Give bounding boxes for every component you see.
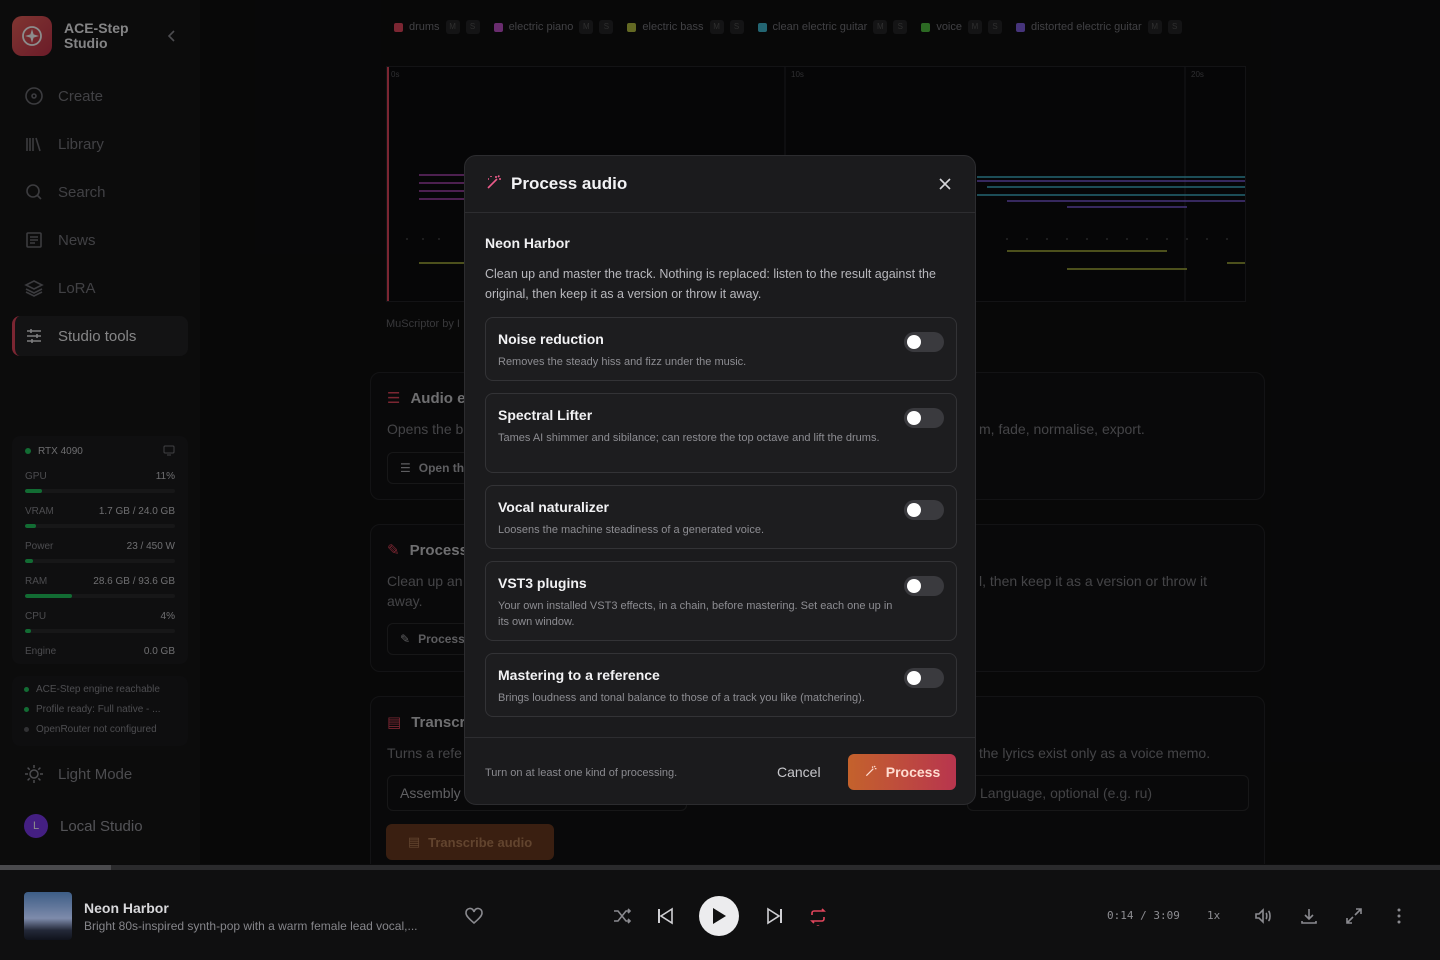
option-vocal-naturalizer[interactable]: Vocal naturalizer Loosens the machine st… — [485, 485, 957, 549]
playback-speed-button[interactable]: 1x — [1207, 909, 1220, 922]
toggle-knob — [907, 579, 921, 593]
album-cover[interactable] — [24, 892, 72, 940]
option-description: Removes the steady hiss and fizz under t… — [498, 356, 747, 368]
option-description: Tames AI shimmer and sibilance; can rest… — [498, 432, 880, 444]
option-mastering-reference[interactable]: Mastering to a reference Brings loudness… — [485, 653, 957, 717]
player-bar: Neon Harbor Bright 80s-inspired synth-po… — [0, 870, 1440, 960]
now-playing-title: Neon Harbor — [84, 900, 169, 916]
option-title: Vocal naturalizer — [498, 499, 610, 515]
toggle-knob — [907, 503, 921, 517]
vst3-plugins-toggle[interactable] — [904, 576, 944, 596]
spectral-lifter-toggle[interactable] — [904, 408, 944, 428]
option-title: Mastering to a reference — [498, 667, 660, 683]
toggle-knob — [907, 411, 921, 425]
shuffle-icon[interactable] — [612, 906, 632, 926]
dialog-header: Process audio — [465, 156, 975, 213]
magic-wand-icon — [485, 173, 503, 196]
process-audio-dialog: Process audio Neon Harbor Clean up and m… — [464, 155, 976, 805]
option-noise-reduction[interactable]: Noise reduction Removes the steady hiss … — [485, 317, 957, 381]
play-button[interactable] — [699, 896, 739, 936]
cancel-button[interactable]: Cancel — [777, 764, 821, 780]
toggle-knob — [907, 671, 921, 685]
button-label: Process — [885, 764, 941, 780]
track-name: Neon Harbor — [485, 235, 570, 251]
now-playing-subtitle: Bright 80s-inspired synth-pop with a war… — [84, 919, 418, 933]
close-icon[interactable] — [935, 174, 955, 194]
app-root: ACE-Step Studio Create Library Search Ne… — [0, 0, 1440, 960]
option-title: VST3 plugins — [498, 575, 587, 591]
playback-time: 0:14 / 3:09 — [1107, 909, 1180, 922]
toggle-knob — [907, 335, 921, 349]
skip-forward-icon[interactable] — [765, 906, 785, 926]
option-description: Loosens the machine steadiness of a gene… — [498, 524, 765, 536]
dialog-title: Process audio — [511, 174, 628, 193]
footer-hint: Turn on at least one kind of processing. — [485, 767, 678, 779]
repeat-icon[interactable] — [808, 906, 828, 926]
more-vertical-icon[interactable] — [1389, 906, 1409, 926]
option-title: Noise reduction — [498, 331, 604, 347]
expand-icon[interactable] — [1344, 906, 1364, 926]
process-button[interactable]: Process — [848, 754, 956, 790]
vocal-naturalizer-toggle[interactable] — [904, 500, 944, 520]
download-icon[interactable] — [1299, 906, 1319, 926]
mastering-reference-toggle[interactable] — [904, 668, 944, 688]
dialog-description: Clean up and master the track. Nothing i… — [485, 267, 936, 301]
heart-icon[interactable] — [464, 906, 484, 926]
magic-wand-icon — [864, 764, 878, 781]
play-icon — [713, 908, 726, 924]
noise-reduction-toggle[interactable] — [904, 332, 944, 352]
option-description: Brings loudness and tonal balance to tho… — [498, 692, 865, 704]
option-title: Spectral Lifter — [498, 407, 593, 423]
option-vst3-plugins[interactable]: VST3 plugins Your own installed VST3 eff… — [485, 561, 957, 641]
volume-icon[interactable] — [1253, 906, 1273, 926]
skip-back-icon[interactable] — [655, 906, 675, 926]
option-description: Your own installed VST3 effects, in a ch… — [498, 600, 893, 628]
option-spectral-lifter[interactable]: Spectral Lifter Tames AI shimmer and sib… — [485, 393, 957, 473]
dialog-footer: Turn on at least one kind of processing.… — [465, 737, 975, 805]
